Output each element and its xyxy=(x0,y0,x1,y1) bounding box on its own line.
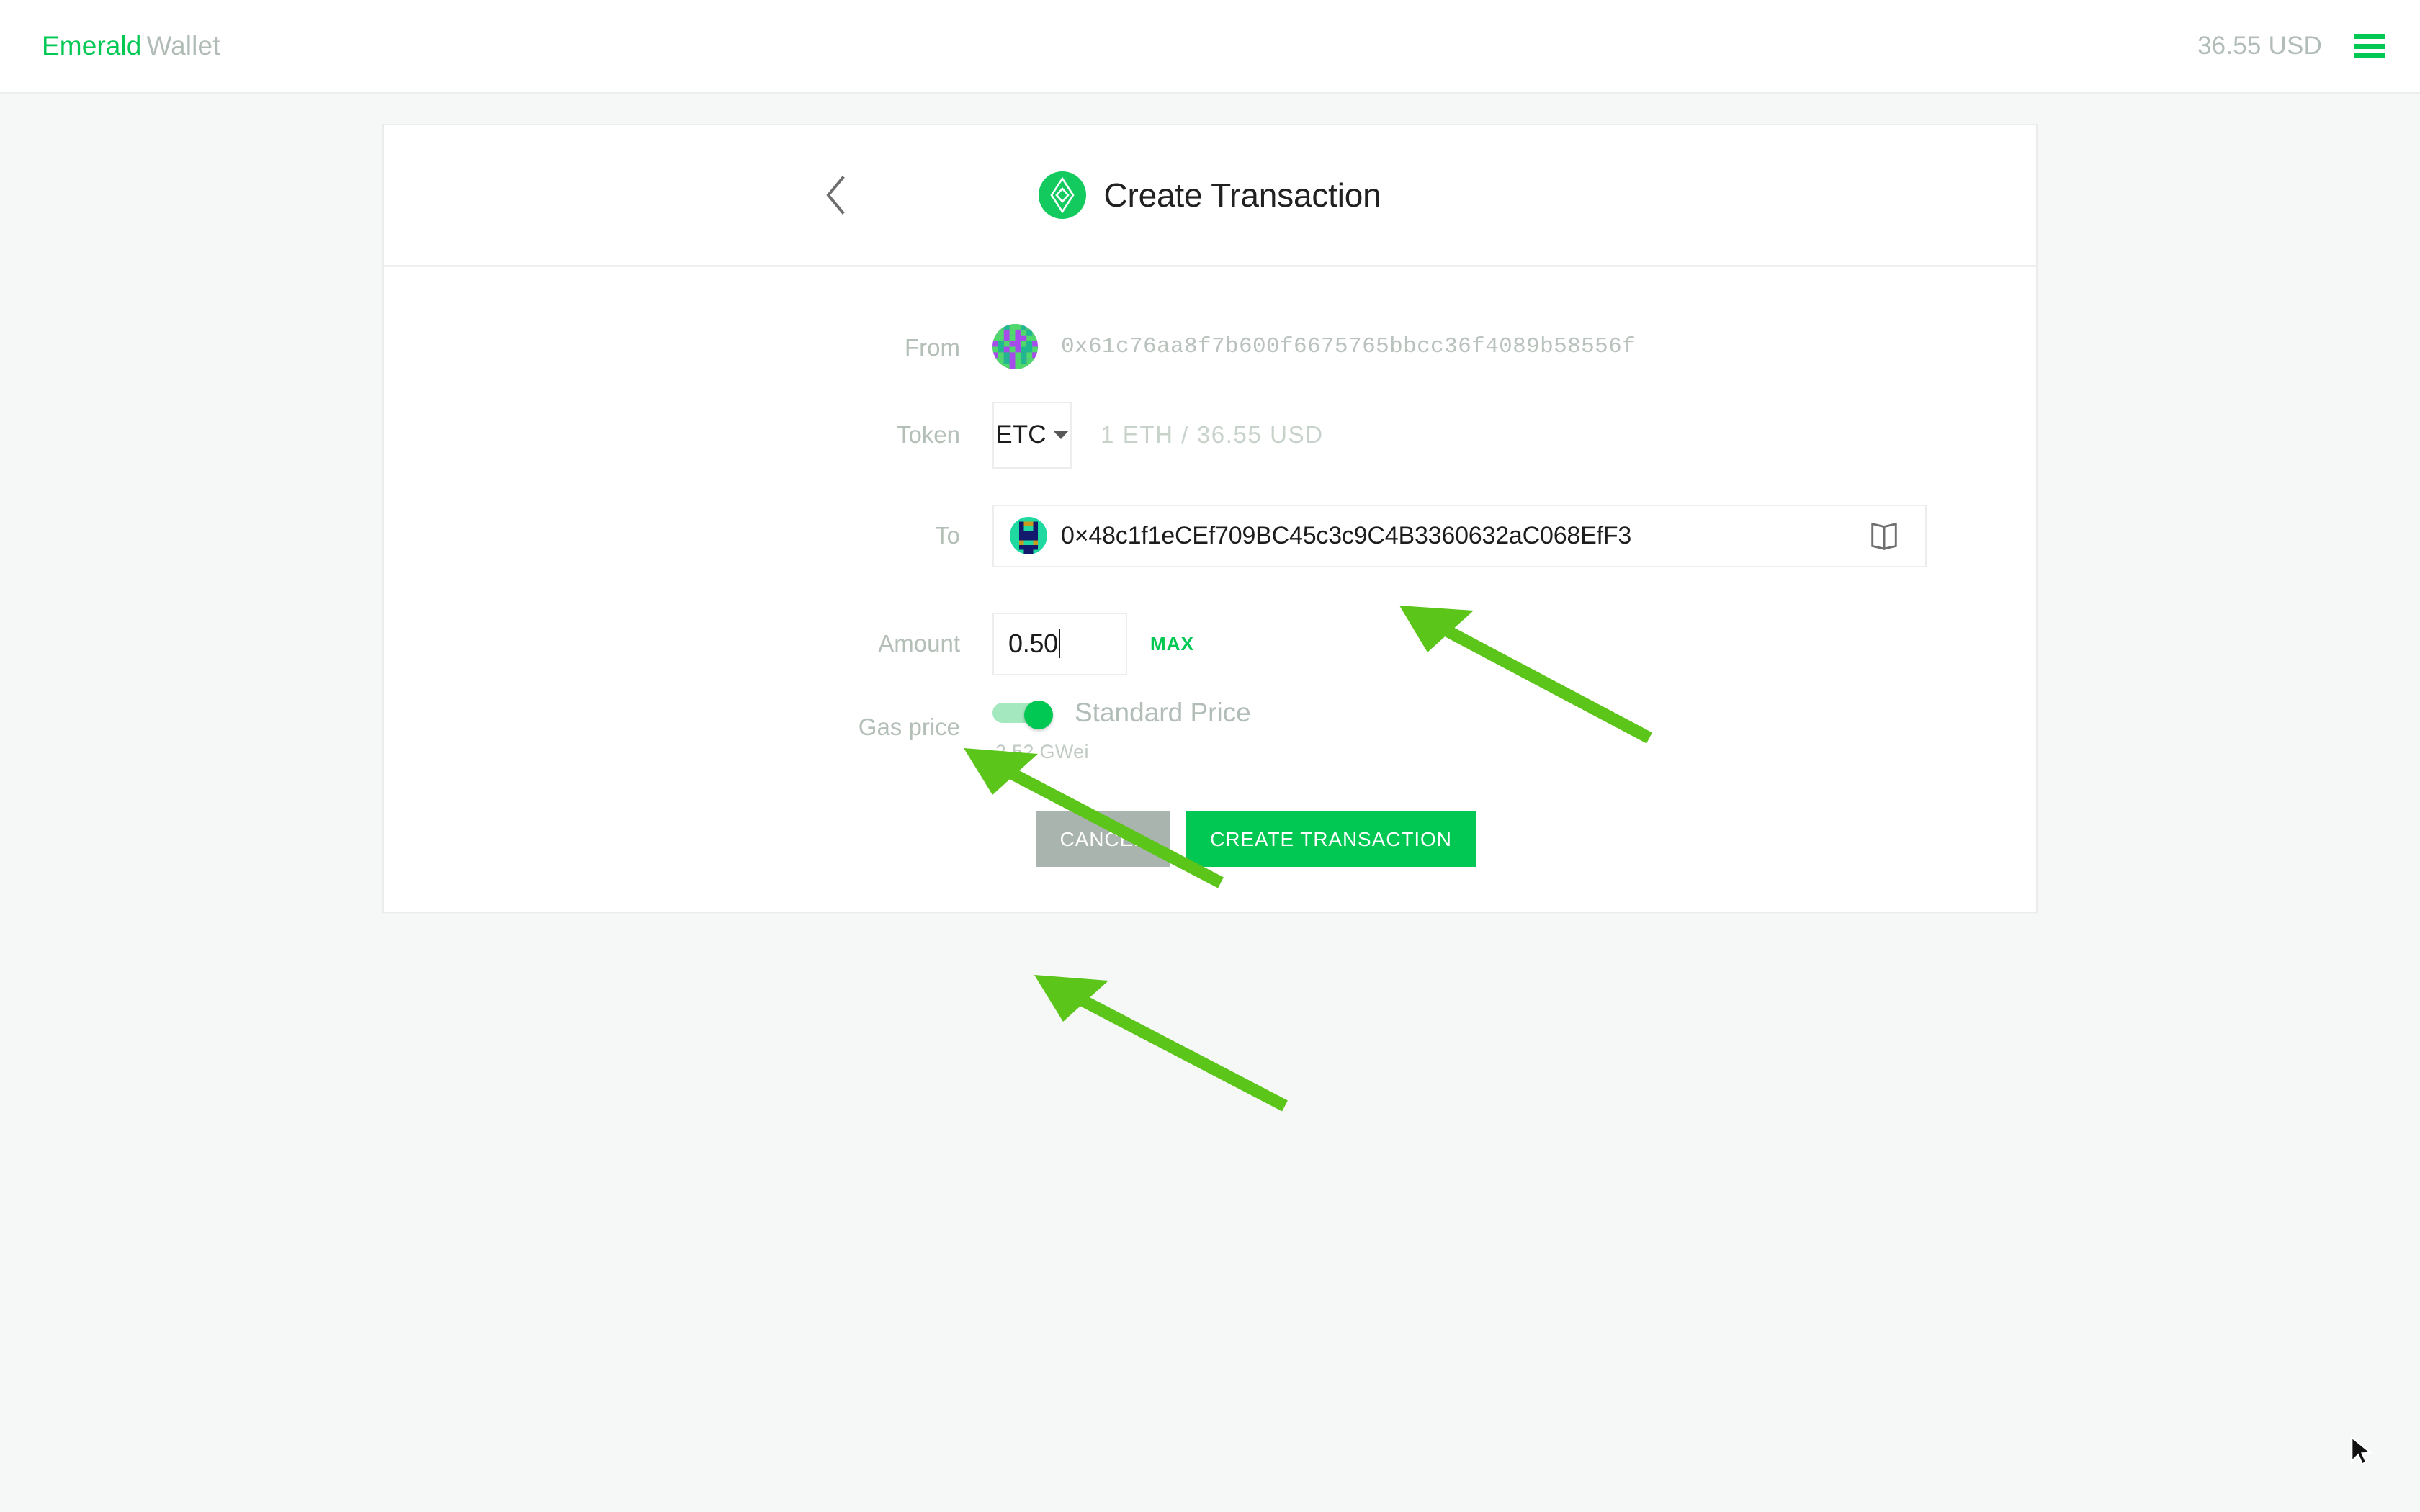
ethereum-classic-diamond-icon xyxy=(1039,171,1087,219)
token-selected-value: ETC xyxy=(995,420,1047,449)
arrow-to-create-transaction-button xyxy=(1034,975,1288,1112)
amount-label: Amount xyxy=(878,630,960,657)
from-address-identicon xyxy=(992,323,1038,369)
amount-input[interactable]: 0.50 xyxy=(992,612,1127,675)
total-balance-fiat: 36.55 USD xyxy=(2197,32,2322,60)
to-address-input[interactable]: 0×48c1f1eCEf709BC45c3c9C4B3360632aC068Ef… xyxy=(992,504,1927,567)
gas-price-field: Standard Price 2.52 GWei xyxy=(992,698,2036,763)
token-field: ETC 1 ETH / 36.55 USD xyxy=(992,401,2036,469)
gas-price-block: Standard Price 2.52 GWei xyxy=(992,698,1251,763)
form-row-to: To 0×48c1f1eCEf709BC45c3c9C4B3360632aC06… xyxy=(384,482,2036,590)
gas-price-toggle[interactable] xyxy=(992,701,1053,729)
amount-value: 0.50 xyxy=(1008,629,1058,658)
cancel-button[interactable]: CANCEL xyxy=(1036,811,1170,867)
create-transaction-button[interactable]: CREATE TRANSACTION xyxy=(1186,811,1476,867)
brand-logo[interactable]: Emerald Wallet xyxy=(42,31,220,61)
hamburger-menu-icon[interactable] xyxy=(2354,34,2385,58)
text-caret xyxy=(1058,629,1060,658)
toggle-knob xyxy=(1024,701,1053,729)
from-field: 0x61c76aa8f7b600f6675765bbcc36f4089b5855… xyxy=(992,323,2036,369)
from-label: From xyxy=(905,334,960,361)
card-title-group: Create Transaction xyxy=(384,171,2036,219)
form-row-gas-price: Gas price Standard Price 2.52 GWei xyxy=(384,698,2036,806)
to-address-text: 0×48c1f1eCEf709BC45c3c9C4B3360632aC068Ef… xyxy=(1061,521,1632,549)
app-header-bar: Emerald Wallet 36.55 USD xyxy=(0,0,2420,94)
max-amount-button[interactable]: MAX xyxy=(1150,633,1194,655)
transaction-form: From 0x61c76aa8f7b600f6675765bbcc36f4089… xyxy=(384,267,2036,912)
exchange-rate-text: 1 ETH / 36.55 USD xyxy=(1101,421,1324,448)
amount-field: 0.50 MAX xyxy=(992,612,2036,675)
caret-down-icon xyxy=(1052,431,1069,439)
gas-price-mode-label: Standard Price xyxy=(1075,698,1251,727)
hamburger-line-3 xyxy=(2354,53,2385,58)
gas-price-gwei-value: 2.52 GWei xyxy=(995,741,1089,762)
hamburger-line-2 xyxy=(2354,43,2385,49)
to-label: To xyxy=(935,522,960,549)
hamburger-line-1 xyxy=(2354,34,2385,39)
diamond-glyph-icon xyxy=(1050,177,1075,213)
app-header-right-group: 36.55 USD xyxy=(2197,32,2385,60)
address-book-icon[interactable] xyxy=(1868,519,1901,552)
to-address-identicon xyxy=(1010,517,1047,554)
form-row-amount: Amount 0.50 MAX xyxy=(384,590,2036,698)
brand-name-rest: Wallet xyxy=(146,31,220,60)
to-field: 0×48c1f1eCEf709BC45c3c9C4B3360632aC068Ef… xyxy=(992,504,2036,567)
from-address-text: 0x61c76aa8f7b600f6675765bbcc36f4089b5855… xyxy=(1061,333,1636,359)
form-row-token: Token ETC 1 ETH / 36.55 USD xyxy=(384,388,2036,482)
card-header: Create Transaction xyxy=(384,125,2036,267)
form-row-from: From 0x61c76aa8f7b600f6675765bbcc36f4089… xyxy=(384,305,2036,388)
token-select[interactable]: ETC xyxy=(992,401,1072,469)
create-transaction-card: Create Transaction From 0x61c76aa8f7b600… xyxy=(382,124,2038,913)
mouse-pointer-icon xyxy=(2351,1436,2373,1466)
gas-price-label: Gas price xyxy=(858,714,960,740)
token-label: Token xyxy=(896,421,960,448)
gas-price-toggle-row: Standard Price xyxy=(992,698,1251,729)
form-actions: CANCEL CREATE TRANSACTION xyxy=(384,811,2036,867)
brand-name-accent: Emerald xyxy=(42,31,142,60)
page-title: Create Transaction xyxy=(1103,176,1381,214)
